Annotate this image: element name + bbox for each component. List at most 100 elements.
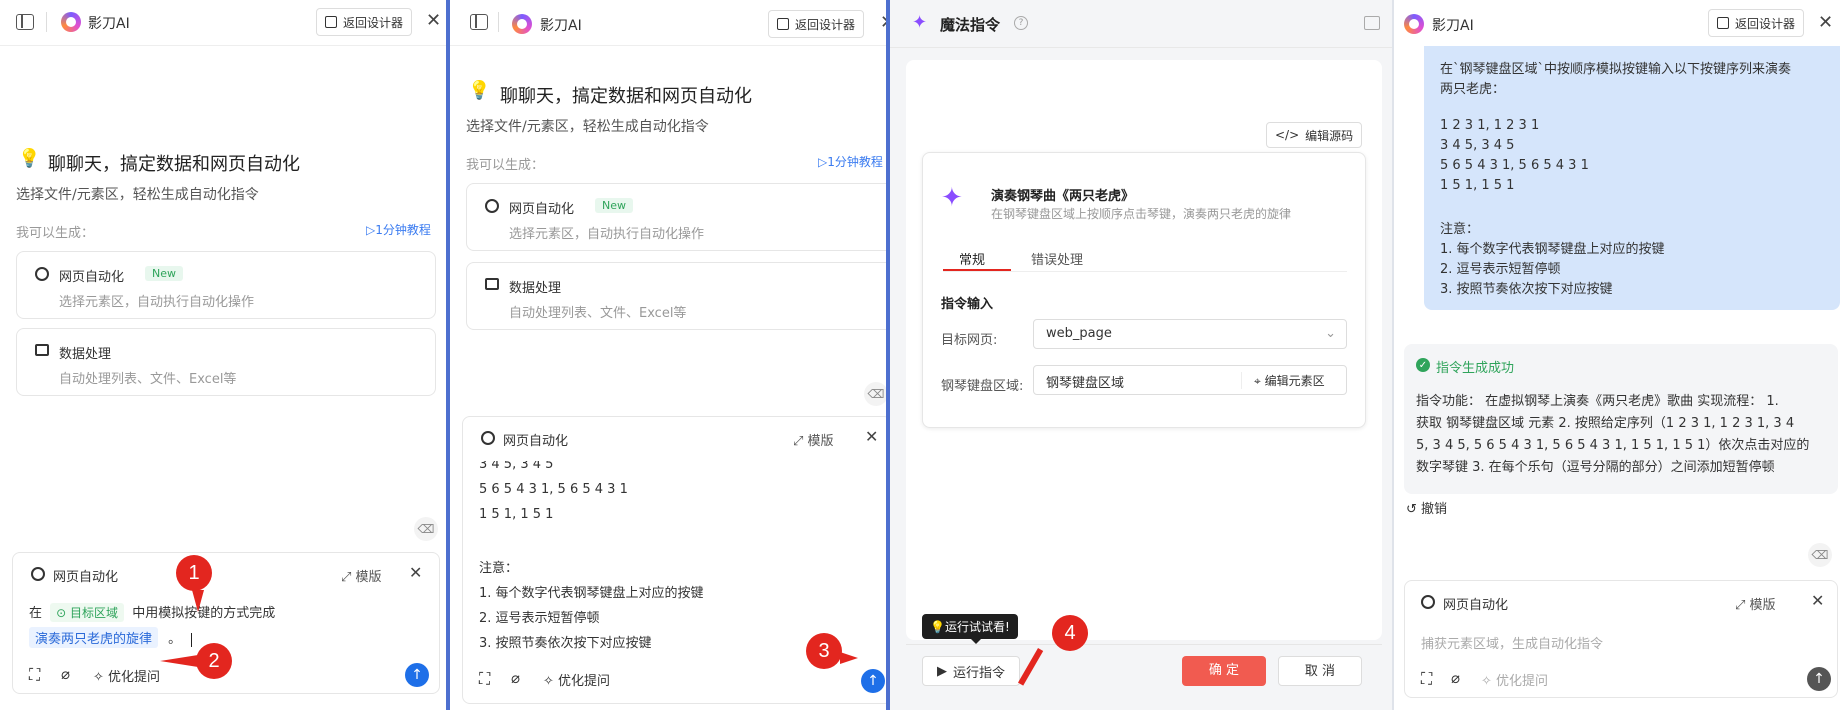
attach-icon[interactable]: ⌀ [511, 669, 520, 687]
attach-icon[interactable]: ⌀ [1451, 669, 1460, 687]
composer-mode: 网页自动化 [53, 570, 119, 585]
send-button[interactable]: ↑ [405, 663, 429, 687]
check-circle-icon: ✓ [1416, 358, 1430, 372]
send-button[interactable]: ↑ [1807, 667, 1831, 691]
table-icon [35, 344, 49, 356]
web-automation-card[interactable]: 网页自动化 New 选择元素区，自动执行自动化操作 [466, 183, 886, 251]
app-logo-icon [1404, 14, 1424, 34]
panel-4: 影刀AI 返回设计器 ✕ 在`钢琴键盘区域`中按顺序模拟按键输入以下按键序列来演… [1394, 0, 1843, 710]
step-marker-3: 3 [806, 633, 842, 669]
run-tooltip: 💡运行试试看! [922, 614, 1018, 639]
sidebar-toggle-icon[interactable] [16, 14, 34, 30]
chrome-icon [1421, 595, 1435, 609]
brush-icon[interactable]: ⌫ [1808, 543, 1832, 567]
sidebar-toggle-icon[interactable] [470, 14, 488, 30]
card-title: 网页自动化 [509, 202, 575, 217]
composer-input[interactable]: 捕获元素区域，生成自动化指令 [1421, 633, 1603, 652]
code-icon: </> [1275, 128, 1300, 142]
chrome-icon [35, 267, 49, 281]
edit-element-button[interactable]: ⌖ 编辑元素区 [1241, 372, 1325, 389]
tab-general[interactable]: 常规 [959, 249, 985, 268]
target-page-select[interactable]: web_page ⌄ [1033, 319, 1347, 349]
magic-title: 魔法指令 [940, 16, 1001, 34]
card-desc: 自动处理列表、文件、Excel等 [59, 372, 237, 387]
attach-icon[interactable]: ⌀ [61, 665, 70, 683]
help-icon[interactable]: ? [1014, 16, 1028, 30]
template-button[interactable]: ⤢ 模版 [341, 566, 382, 585]
back-icon [1717, 17, 1729, 29]
back-icon [777, 18, 789, 30]
piano-area-label: 钢琴键盘区域: [941, 379, 1024, 394]
composer-input[interactable]: 在 ⊙ 目标区域 中用模拟按键的方式完成 [29, 602, 425, 622]
capture-icon[interactable]: ⛶ [479, 669, 490, 689]
close-icon[interactable]: ✕ [426, 10, 441, 31]
undo-button[interactable]: ↺ 撤销 [1406, 498, 1447, 517]
new-badge: New [595, 198, 633, 213]
welcome-title: 聊聊天，搞定数据和网页自动化 [500, 86, 752, 107]
optimize-button[interactable]: ✧ 优化提问 [1481, 670, 1548, 689]
close-composer-icon[interactable]: ✕ [865, 427, 878, 446]
back-to-designer-button[interactable]: 返回设计器 [1708, 9, 1805, 37]
panel-layout-icon[interactable] [1364, 16, 1380, 30]
step-marker-2: 2 [196, 643, 232, 679]
app-name: 影刀AI [540, 18, 582, 34]
bulb-icon: 💡 [468, 80, 491, 101]
close-composer-icon[interactable]: ✕ [1811, 591, 1824, 610]
composer: 网页自动化 ⤢ 模版 ✕ 捕获元素区域，生成自动化指令 ⛶ ⌀ ✧ 优化提问 ↑ [1404, 580, 1838, 698]
section-label: 指令输入 [941, 297, 994, 312]
bulb-icon: 💡 [930, 620, 945, 634]
composer-input[interactable]: 3 4 5, 3 4 5 5 6 5 4 3 1, 5 6 5 4 3 1 1 … [479, 461, 879, 657]
web-automation-card[interactable]: 网页自动化 New 选择元素区，自动执行自动化操作 [16, 251, 436, 319]
welcome-subtitle: 选择文件/元素区，轻松生成自动化指令 [16, 187, 259, 203]
command-card: ✦ 演奏钢琴曲《两只老虎》 在钢琴键盘区域上按顺序点击琴键，演奏两只老虎的旋律 … [922, 152, 1366, 428]
tab-error-handling[interactable]: 错误处理 [1031, 249, 1083, 268]
card-desc: 选择元素区，自动执行自动化操作 [509, 227, 705, 242]
target-chip[interactable]: ⊙ 目标区域 [50, 603, 125, 622]
step-marker-1: 1 [176, 555, 212, 591]
template-button[interactable]: ⤢ 模版 [793, 430, 834, 449]
capture-icon[interactable]: ⛶ [29, 665, 40, 685]
tutorial-link[interactable]: ▷1分钟教程 [366, 221, 431, 238]
app-name: 影刀AI [1432, 18, 1474, 34]
edit-source-button[interactable]: </> 编辑源码 [1266, 122, 1363, 148]
capture-icon[interactable]: ⛶ [1421, 669, 1432, 689]
template-button[interactable]: ⤢ 模版 [1735, 594, 1776, 613]
send-button[interactable]: ↑ [861, 669, 885, 693]
command-title: 演奏钢琴曲《两只老虎》 [991, 189, 1135, 204]
card-title: 数据处理 [59, 347, 112, 362]
play-icon: ▶ [937, 663, 947, 679]
tutorial-link[interactable]: ▷1分钟教程 [818, 153, 883, 170]
panel-3: ✦ 魔法指令 ? </> 编辑源码 ✦ 演奏钢琴曲《两只老虎》 在钢琴键盘区域上按… [890, 0, 1392, 710]
success-label: 指令生成成功 [1436, 361, 1515, 376]
brush-icon[interactable]: ⌫ [414, 517, 438, 541]
welcome-title: 聊聊天，搞定数据和网页自动化 [48, 154, 300, 175]
app-logo-icon [61, 12, 81, 32]
can-generate-label: 我可以生成： [466, 158, 545, 173]
card-title: 数据处理 [509, 281, 562, 296]
data-processing-card[interactable]: 数据处理 自动处理列表、文件、Excel等 [16, 328, 436, 396]
welcome-subtitle: 选择文件/元素区，轻松生成自动化指令 [466, 119, 709, 135]
back-to-designer-button[interactable]: 返回设计器 [316, 8, 413, 36]
target-icon: ⌖ [1254, 374, 1261, 388]
data-processing-card[interactable]: 数据处理 自动处理列表、文件、Excel等 [466, 262, 886, 330]
composer-mode: 网页自动化 [503, 434, 569, 449]
cancel-button[interactable]: 取 消 [1278, 656, 1362, 686]
optimize-button[interactable]: ✧ 优化提问 [93, 666, 160, 685]
magic-sparkle-icon: ✦ [912, 12, 928, 33]
app-name: 影刀AI [88, 16, 130, 32]
close-composer-icon[interactable]: ✕ [409, 563, 422, 582]
ok-button[interactable]: 确 定 [1182, 656, 1266, 686]
app-logo-icon [512, 14, 532, 34]
chrome-icon [485, 199, 499, 213]
song-chip[interactable]: 演奏两只老虎的旋律 [29, 627, 159, 648]
play-icon: ▷ [366, 223, 376, 237]
new-badge: New [145, 266, 183, 281]
back-to-designer-button[interactable]: 返回设计器 [768, 10, 865, 38]
optimize-button[interactable]: ✧ 优化提问 [543, 670, 610, 689]
brush-icon[interactable]: ⌫ [864, 382, 886, 406]
bulb-icon: 💡 [18, 148, 41, 169]
close-icon[interactable]: ✕ [1818, 12, 1833, 33]
table-icon [485, 278, 499, 290]
card-desc: 自动处理列表、文件、Excel等 [509, 306, 687, 321]
run-command-button[interactable]: ▶ 运行指令 [922, 656, 1021, 686]
